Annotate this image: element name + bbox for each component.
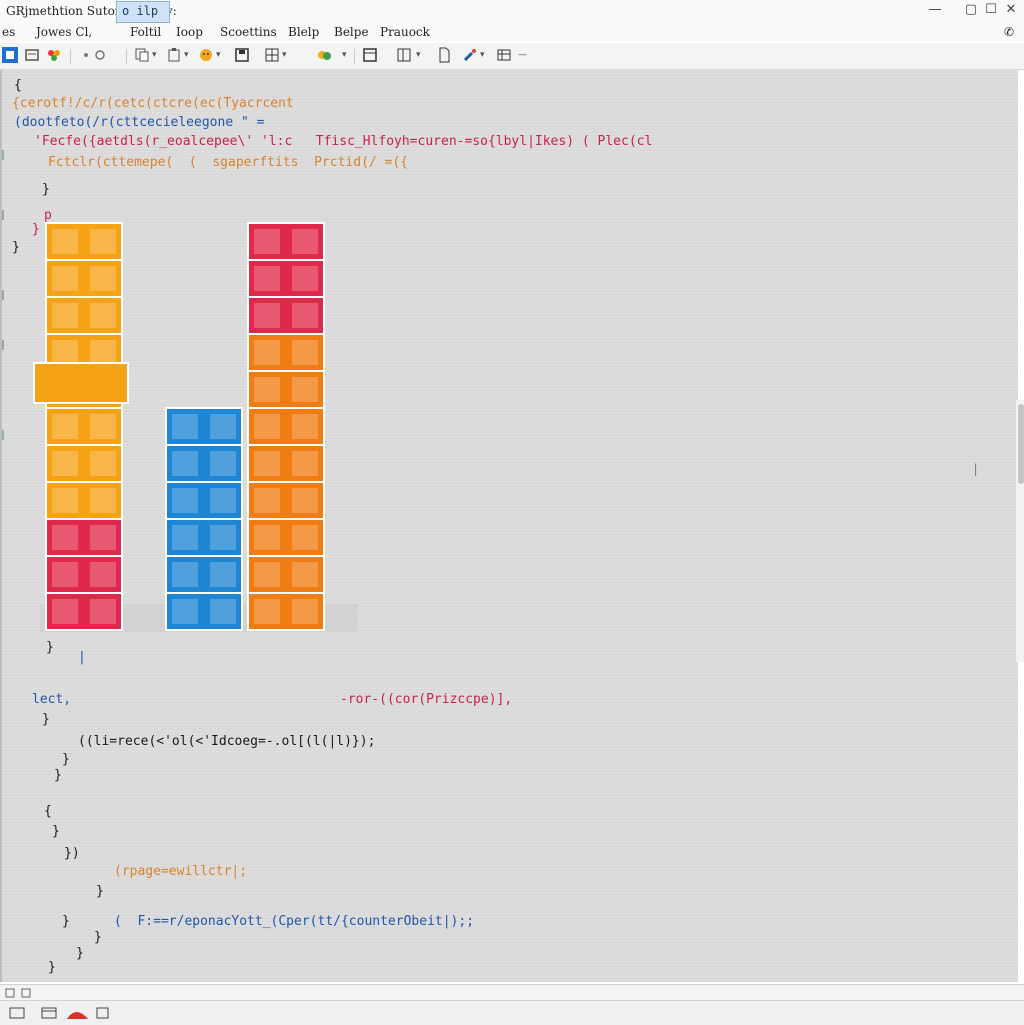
block-cell (254, 229, 280, 254)
block-cell (172, 599, 198, 624)
block-cell (52, 599, 78, 624)
block-cell (52, 340, 78, 365)
status-icons (5, 988, 31, 998)
block-cell (52, 414, 78, 439)
block-cell (52, 229, 78, 254)
block-cell (292, 488, 318, 513)
block-cell (210, 488, 236, 513)
taskbar-active-label: o ilp (122, 4, 159, 18)
taskbar (0, 1000, 1024, 1025)
block-cell (210, 525, 236, 550)
block-cell (90, 340, 116, 365)
block-cell (90, 525, 116, 550)
block-cell (52, 451, 78, 476)
block-cell (292, 266, 318, 291)
block-stack (247, 222, 325, 631)
block-cell (90, 266, 116, 291)
block-stacks-chart (33, 222, 358, 632)
status-bar (0, 984, 1024, 1001)
block-cell (172, 488, 198, 513)
block-cell (90, 599, 116, 624)
block-cell (210, 599, 236, 624)
block-cell (90, 229, 116, 254)
block-cell (254, 562, 280, 587)
block-cell (254, 266, 280, 291)
block-cell (292, 229, 318, 254)
block-cell (210, 414, 236, 439)
block-cell (292, 451, 318, 476)
block-cell (90, 562, 116, 587)
block-cell (254, 414, 280, 439)
block-cell (292, 303, 318, 328)
block-cell (52, 303, 78, 328)
block-cell (172, 525, 198, 550)
block-cell (90, 414, 116, 439)
block-cell (90, 488, 116, 513)
block-cell (292, 525, 318, 550)
block-cell (90, 303, 116, 328)
block-cell (292, 562, 318, 587)
taskbar-icon[interactable] (38, 1003, 62, 1023)
block-cell (254, 377, 280, 402)
block-cell (254, 451, 280, 476)
scrollbar-thumb[interactable] (1018, 404, 1024, 484)
block-cell (254, 303, 280, 328)
block-cell (292, 414, 318, 439)
block-cell (292, 599, 318, 624)
browser-icon[interactable] (64, 1003, 92, 1023)
taskbar-icon[interactable] (6, 1003, 30, 1023)
text-caret: | (972, 462, 980, 476)
block-cell (254, 599, 280, 624)
block-cell (172, 414, 198, 439)
block-ledge (33, 362, 129, 404)
block-cell (52, 266, 78, 291)
block-cell (254, 525, 280, 550)
block-cell (52, 525, 78, 550)
block-cell (292, 377, 318, 402)
block-cell (52, 488, 78, 513)
block-cell (210, 451, 236, 476)
block-cell (172, 562, 198, 587)
block-cell (254, 488, 280, 513)
block-cell (172, 451, 198, 476)
block-cell (90, 451, 116, 476)
block-cell (254, 340, 280, 365)
block-cell (292, 340, 318, 365)
block-cell (210, 562, 236, 587)
block-stack (45, 222, 123, 631)
taskbar-icon[interactable] (94, 1003, 112, 1023)
block-stack (165, 407, 243, 631)
block-cell (52, 562, 78, 587)
